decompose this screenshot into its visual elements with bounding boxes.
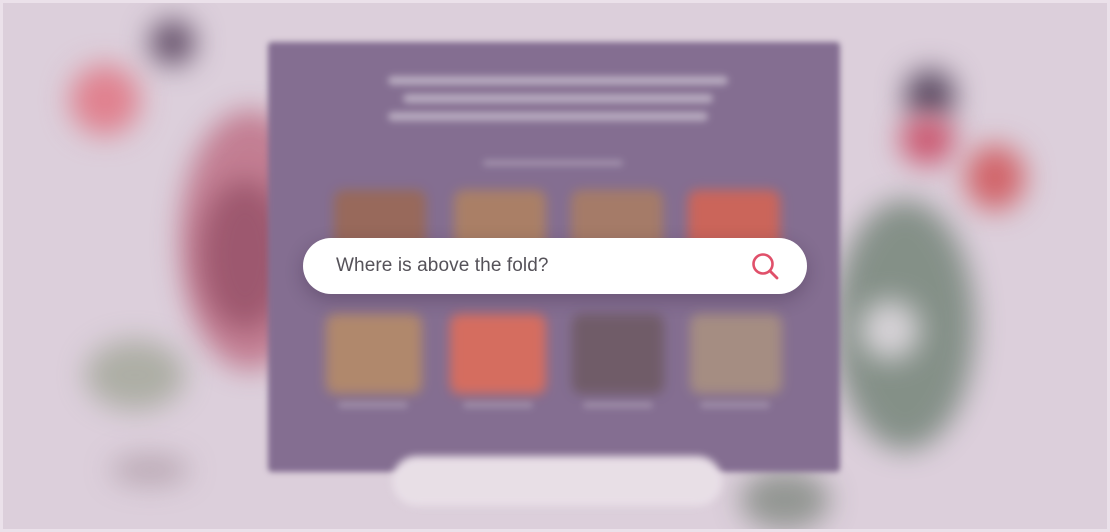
search-input[interactable]: Where is above the fold? bbox=[336, 255, 749, 277]
search-bar[interactable]: Where is above the fold? bbox=[303, 238, 807, 294]
search-icon[interactable] bbox=[749, 250, 781, 282]
search-icon-glyph bbox=[752, 253, 779, 280]
